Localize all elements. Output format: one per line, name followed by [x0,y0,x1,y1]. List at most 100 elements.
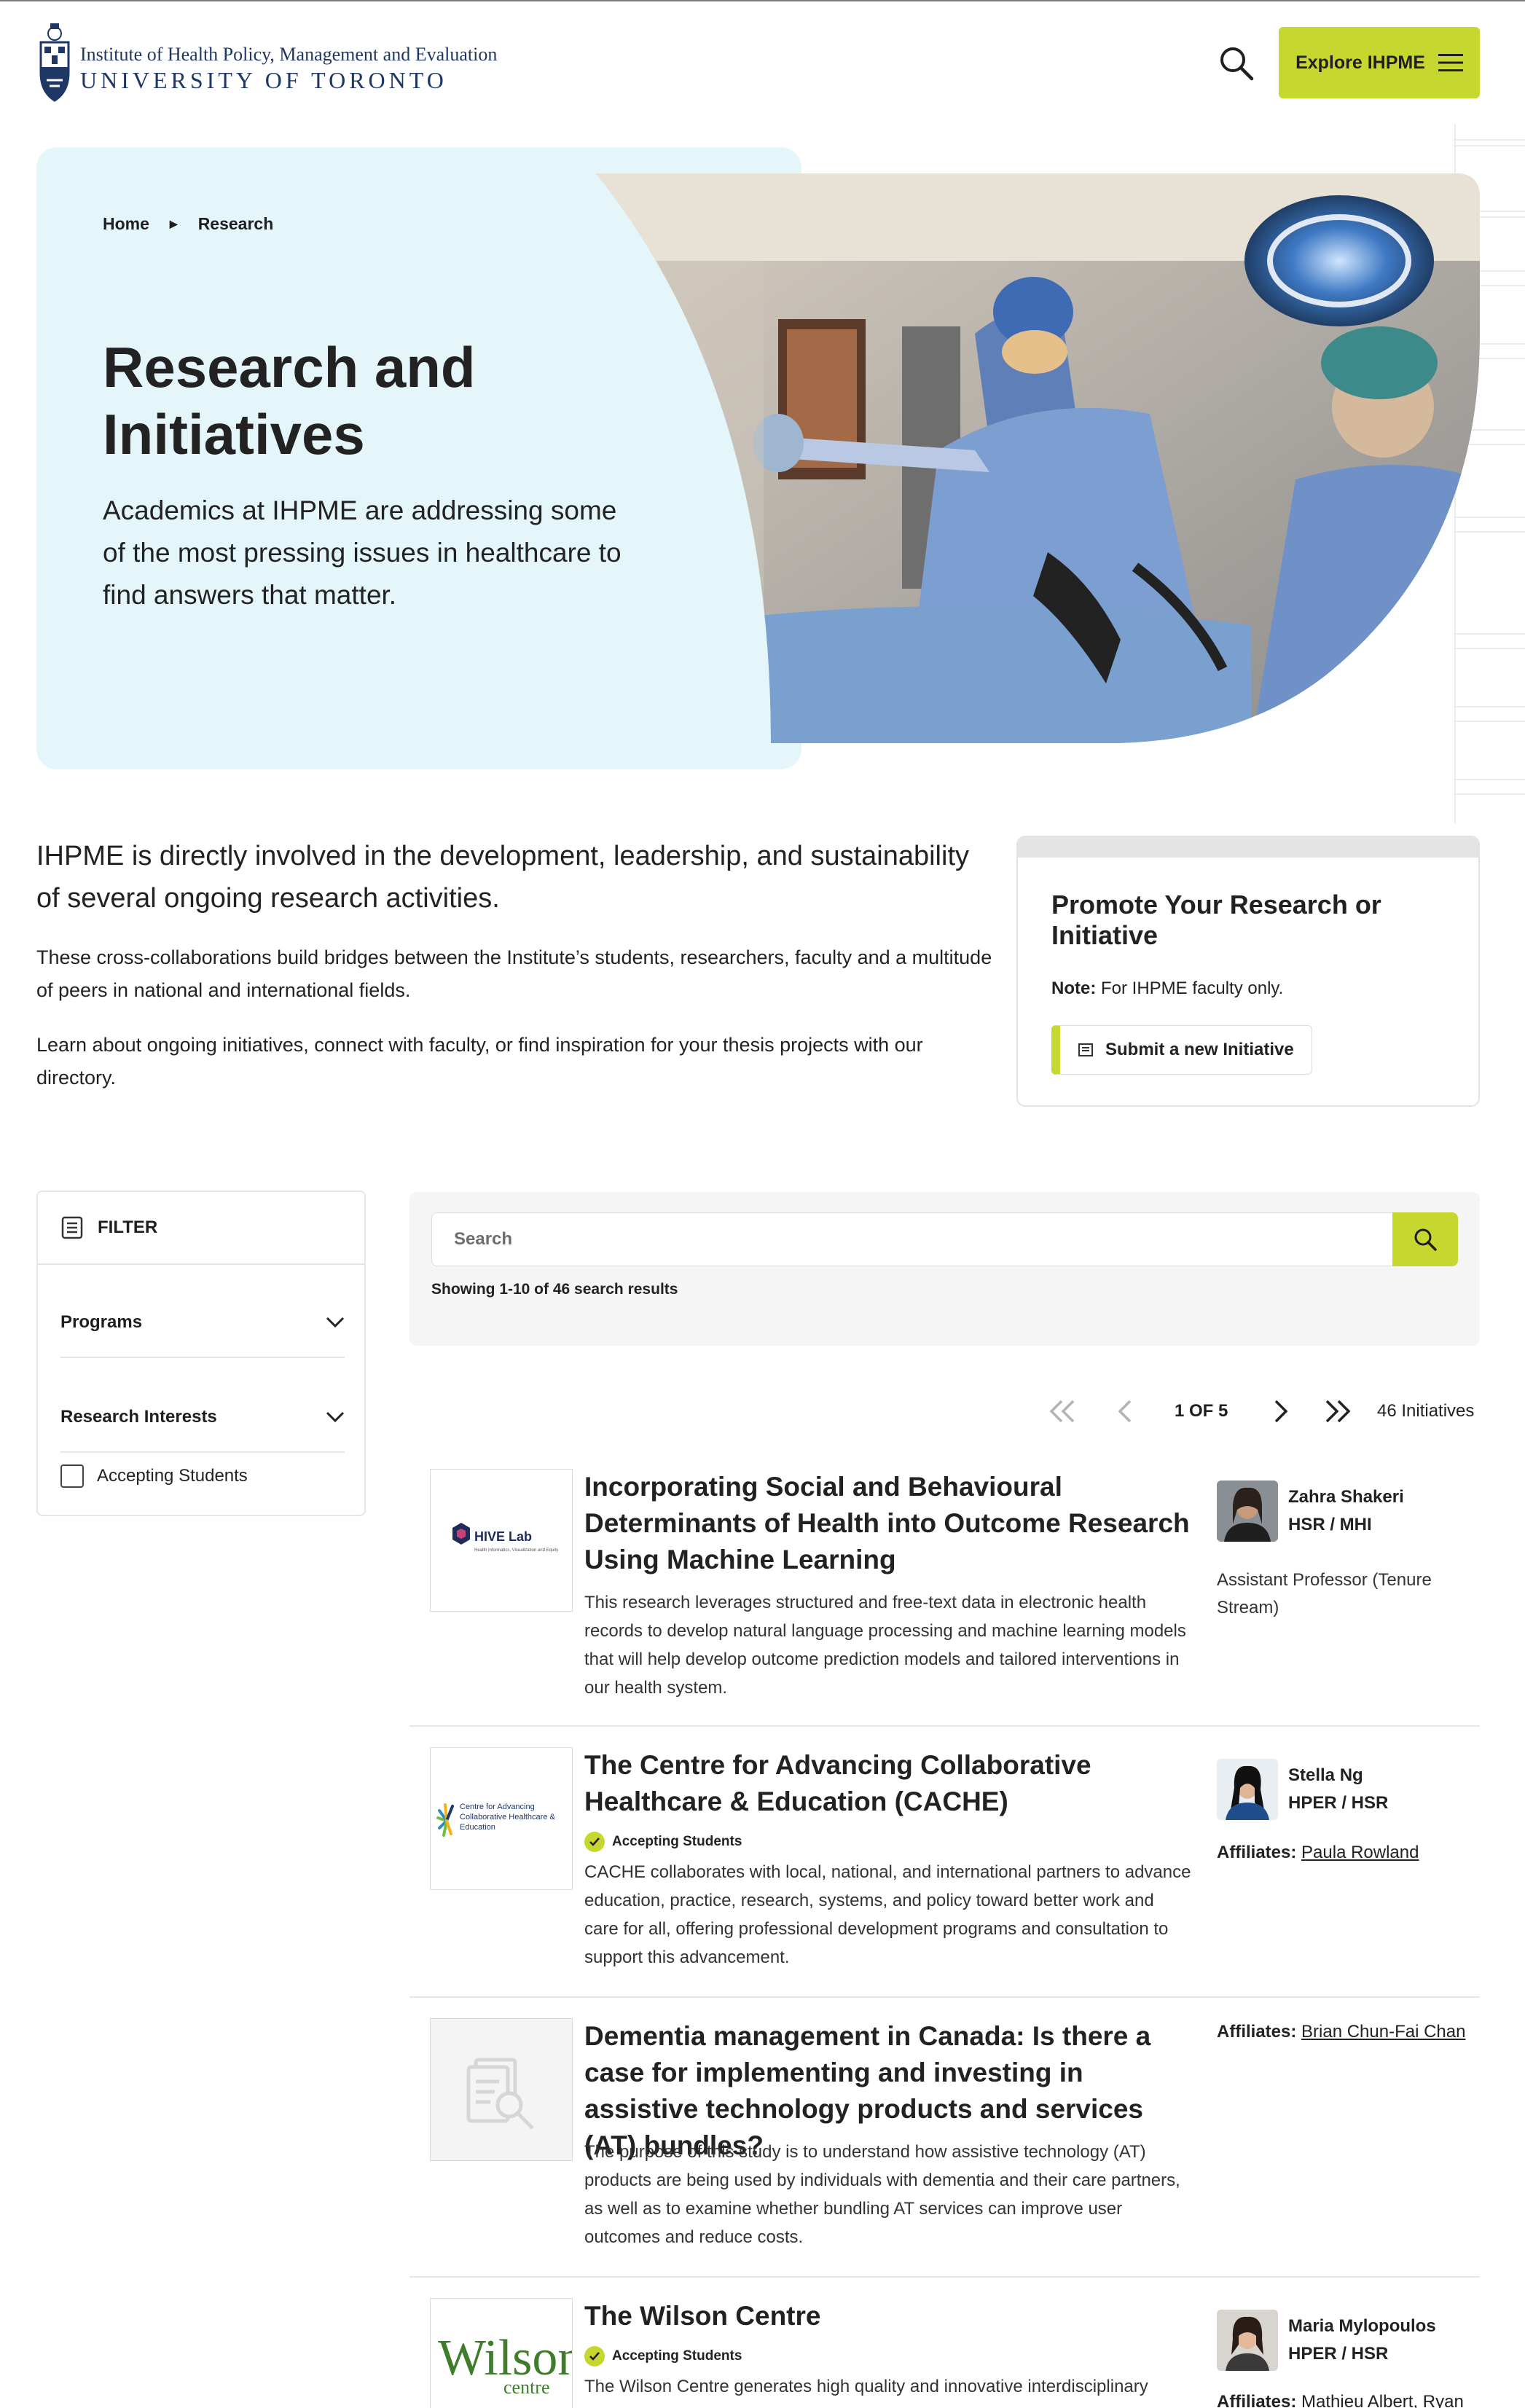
wilson-logo-subtext: centre [503,2377,550,2398]
check-icon [584,2346,605,2366]
top-border [0,0,1525,1]
promote-research-card: Promote Your Research or Initiative Note… [1016,836,1480,1107]
document-search-icon [466,2058,534,2130]
affiliates-label: Affiliates: [1217,2392,1297,2408]
pagination: 1 OF 5 46 Initiatives [1043,1392,1481,1431]
filter-research-interests-label: Research Interests [60,1407,217,1427]
logo-institute-name: Institute of Health Policy, Management a… [80,44,498,65]
page-indicator: 1 OF 5 [1175,1401,1228,1421]
accepting-students-badge: Accepting Students [584,2346,742,2366]
explore-ihpme-button[interactable]: Explore IHPME [1279,27,1480,98]
check-icon [584,1832,605,1852]
wilson-centre-logo[interactable]: Wilson centre [430,2298,573,2408]
result-title-link[interactable]: The Centre for Advancing Collaborative H… [584,1747,1193,1820]
affiliates-label: Affiliates: [1217,1843,1297,1862]
breadcrumb-separator-icon: ▶ [169,218,178,230]
submit-initiative-label: Submit a new Initiative [1105,1040,1294,1059]
chevron-left-icon [1118,1400,1132,1423]
filter-panel: FILTER Programs Research Interests Accep… [36,1191,366,1516]
accepting-students-label: Accepting Students [97,1466,248,1486]
filter-list-icon [61,1216,83,1239]
breadcrumb: Home ▶ Research [103,214,273,234]
filter-programs-toggle[interactable]: Programs [60,1288,345,1358]
double-chevron-left-icon [1049,1400,1075,1423]
search-panel: Showing 1-10 of 46 search results [409,1192,1480,1346]
person-role: Assistant Professor (Tenure Stream) [1217,1570,1432,1617]
result-divider [409,1725,1480,1727]
result-item: Centre for Advancing Collaborative Healt… [409,1747,1480,1980]
result-divider [409,2276,1480,2278]
affiliate-link[interactable]: Paula Rowland [1301,1843,1419,1862]
accepting-students-badge: Accepting Students [584,1832,742,1852]
badge-label: Accepting Students [612,1834,742,1849]
filter-programs-label: Programs [60,1312,143,1332]
results-count: Showing 1-10 of 46 search results [431,1281,678,1298]
cache-logo-icon: Centre for Advancing Collaborative Healt… [436,1803,555,1837]
person-name-link[interactable]: Maria Mylopoulos [1288,2313,1436,2340]
initiatives-total: 46 Initiatives [1377,1401,1475,1421]
person-department: HPER / HSR [1288,2344,1389,2364]
cache-logo[interactable]: Centre for Advancing Collaborative Healt… [430,1747,573,1890]
chevron-down-icon [326,1411,345,1423]
person-name-link[interactable]: Stella Ng [1288,1762,1363,1789]
result-item: Wilson centre The Wilson Centre Acceptin… [409,2298,1480,2408]
hamburger-menu-icon [1438,54,1463,71]
avatar[interactable] [1217,2310,1278,2371]
page-title: Research and Initiatives [103,335,476,466]
hive-lab-logo[interactable]: HIVE Lab Health Informatics, Visualizati… [430,1469,573,1612]
result-title-link[interactable]: The Wilson Centre [584,2298,1193,2334]
promote-note: Note: For IHPME faculty only. [1051,979,1283,999]
placeholder-thumbnail[interactable] [430,2018,573,2161]
chevron-right-icon [1274,1400,1288,1423]
affiliate-link[interactable]: Ryan [1423,2392,1464,2408]
document-icon [1078,1043,1093,1056]
cache-logo-text: Centre for Advancing Collaborative Healt… [460,1803,555,1832]
checkbox-box[interactable] [60,1464,84,1488]
filter-title: FILTER [98,1217,158,1237]
result-divider [409,1996,1480,1998]
result-item: HIVE Lab Health Informatics, Visualizati… [409,1469,1480,1717]
result-description: The Wilson Centre generates high quality… [584,2377,1148,2396]
accepting-students-checkbox[interactable]: Accepting Students [60,1464,248,1488]
person-department: HSR / MHI [1288,1515,1372,1534]
submit-initiative-button[interactable]: Submit a new Initiative [1051,1025,1312,1075]
uoft-crest-icon [39,23,70,102]
affiliates: Affiliates: Paula Rowland [1217,1839,1419,1867]
filter-research-interests-toggle[interactable]: Research Interests [60,1383,345,1453]
search-submit-button[interactable] [1392,1212,1458,1266]
chevron-down-icon [326,1317,345,1328]
promote-card-title: Promote Your Research or Initiative [1051,890,1381,950]
intro-paragraph-2: Learn about ongoing initiatives, connect… [36,1034,923,1089]
logo-university-name: UNIVERSITY OF TORONTO [80,67,447,93]
search-icon [1414,1228,1437,1251]
result-title-link[interactable]: Incorporating Social and Behavioural Det… [584,1469,1193,1578]
hero-subtitle: Academics at IHPME are addressing some o… [103,495,622,610]
hive-lab-logo-subtext: Health Informatics, Visualization and Eq… [474,1548,558,1553]
header-search-button[interactable] [1215,42,1258,85]
person-name-link[interactable]: Zahra Shakeri [1288,1483,1404,1511]
affiliate-link[interactable]: Brian Chun-Fai Chan [1301,2022,1465,2042]
note-label: Note: [1051,979,1097,998]
avatar[interactable] [1217,1481,1278,1542]
previous-page-button[interactable] [1106,1392,1142,1431]
uoft-ihpme-logo[interactable]: Institute of Health Policy, Management a… [36,22,517,103]
avatar[interactable] [1217,1759,1278,1820]
hero-surgery-photo [596,173,1480,743]
breadcrumb-current[interactable]: Research [198,214,274,234]
intro-lead-paragraph: IHPME is directly involved in the develo… [36,841,969,914]
result-description: CACHE collaborates with local, national,… [584,1862,1191,1967]
search-icon [1220,47,1254,81]
double-chevron-right-icon [1325,1400,1351,1423]
affiliates: Affiliates: Mathieu Albert, Ryan [1217,2388,1464,2408]
affiliate-link[interactable]: Mathieu Albert [1301,2392,1413,2408]
badge-label: Accepting Students [612,2348,742,2364]
result-description: The purpose of this study is to understa… [584,2142,1180,2247]
search-input[interactable] [431,1212,1400,1266]
last-page-button[interactable] [1320,1392,1357,1431]
first-page-button[interactable] [1043,1392,1080,1431]
wilson-centre-logo-icon: Wilson centre [438,2330,572,2398]
next-page-button[interactable] [1263,1392,1300,1431]
result-item: Dementia management in Canada: Is there … [409,2018,1480,2259]
affiliates: Affiliates: Brian Chun-Fai Chan [1217,2018,1465,2046]
breadcrumb-home-link[interactable]: Home [103,214,149,234]
